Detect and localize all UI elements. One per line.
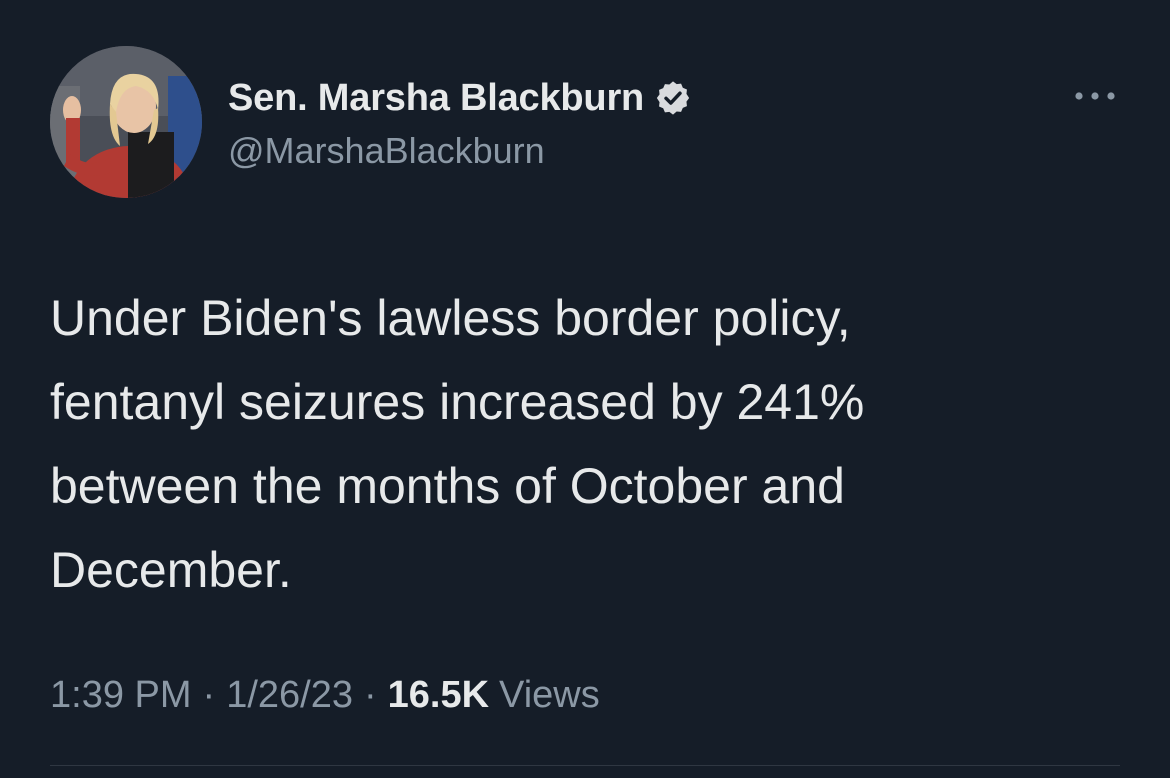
avatar-photo	[50, 46, 202, 198]
tweet-date[interactable]: 1/26/23	[226, 674, 353, 717]
avatar[interactable]	[50, 46, 202, 198]
author-handle[interactable]: @MarshaBlackburn	[228, 130, 545, 172]
tweet-text: Under Biden's lawless border policy, fen…	[50, 290, 865, 598]
author-name-row: Sen. Marsha Blackburn	[228, 76, 692, 120]
verified-badge-icon[interactable]	[654, 79, 692, 117]
author-display-name[interactable]: Sen. Marsha Blackburn	[228, 77, 644, 120]
tweet-card: Sen. Marsha Blackburn @MarshaBlackburn U…	[0, 0, 1170, 778]
divider	[50, 765, 1120, 766]
meta-separator: ·	[363, 674, 377, 716]
more-dots-icon[interactable]	[1070, 86, 1120, 106]
meta-separator: ·	[202, 674, 216, 716]
tweet-time[interactable]: 1:39 PM	[50, 674, 192, 717]
views-label[interactable]: Views	[499, 674, 600, 717]
tweet-meta: 1:39 PM · 1/26/23 · 16.5K Views	[50, 674, 600, 717]
views-count[interactable]: 16.5K	[388, 674, 489, 717]
